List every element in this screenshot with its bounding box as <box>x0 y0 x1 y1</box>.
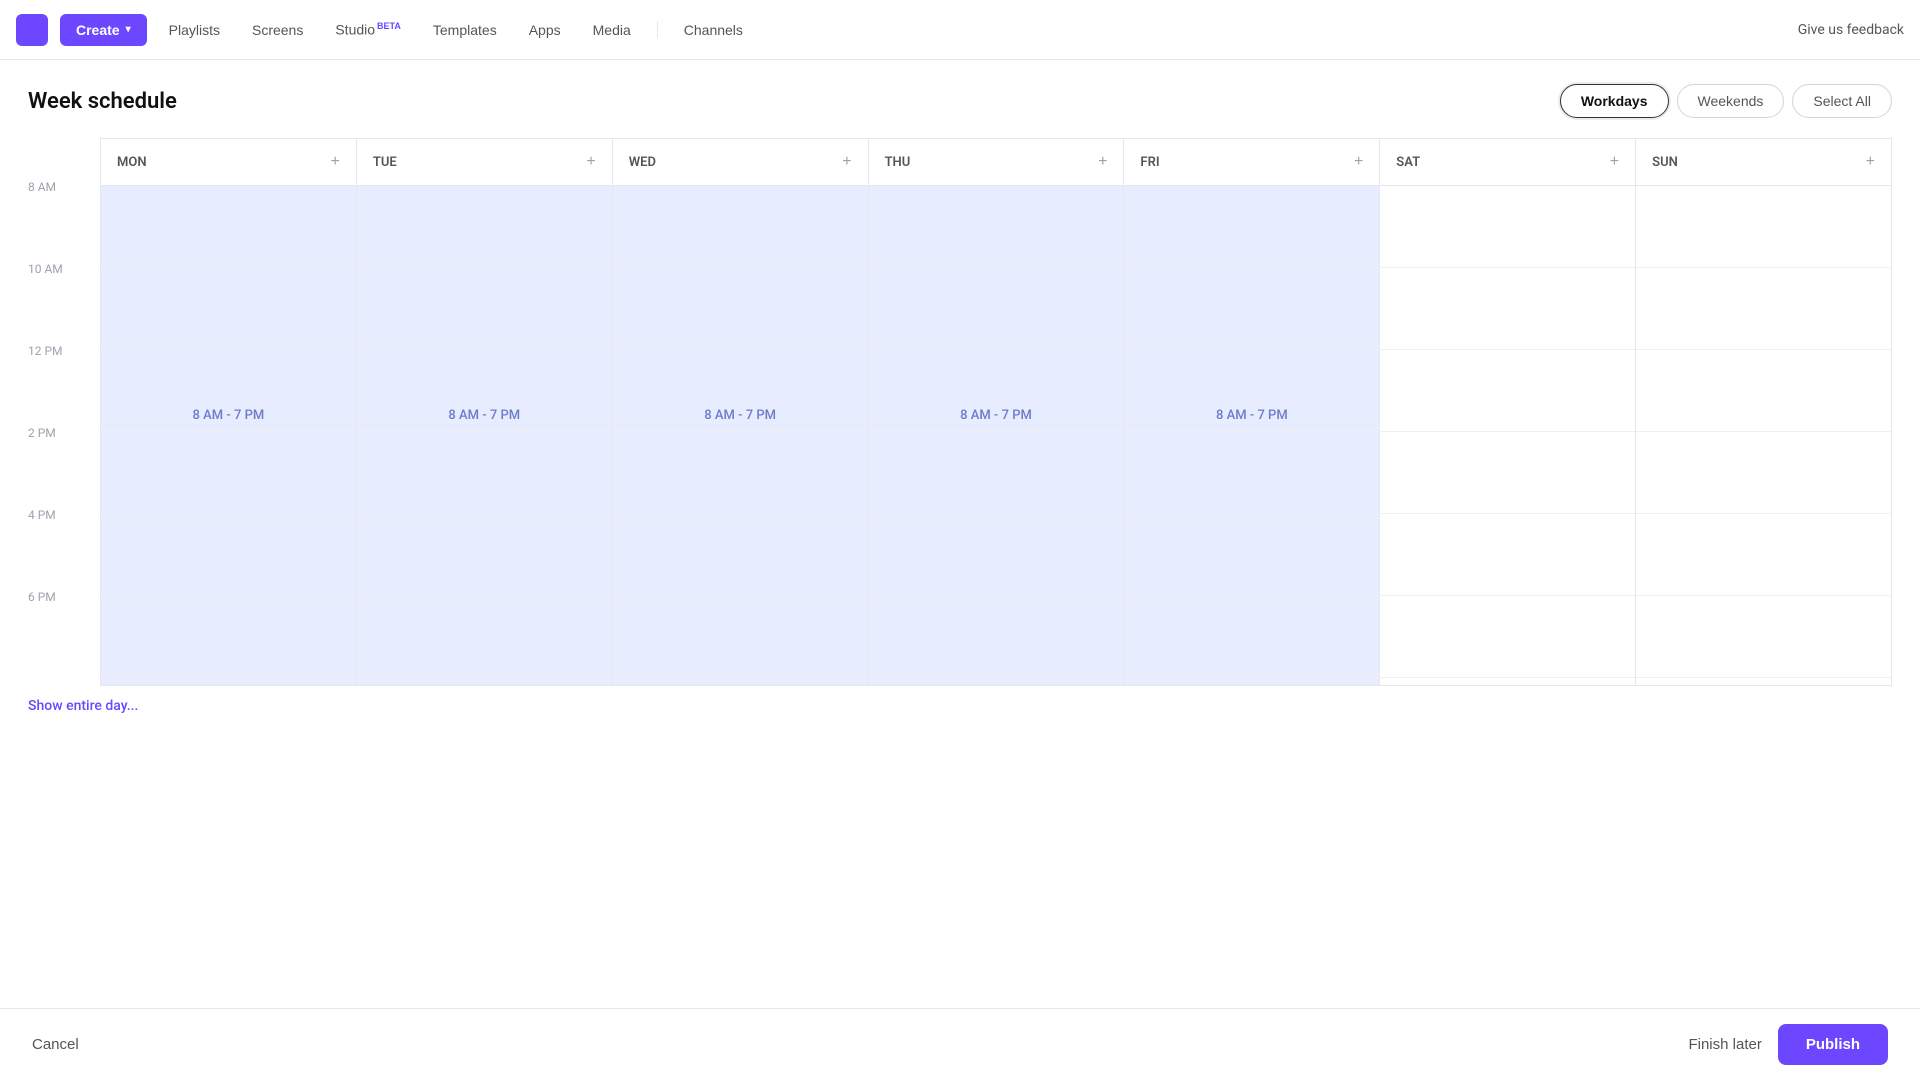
schedule-tue: 8 AM - 7 PM <box>357 186 612 645</box>
time-label-12pm: 12 PM <box>28 344 100 426</box>
weekends-button[interactable]: Weekends <box>1677 84 1785 118</box>
time-label-2pm: 2 PM <box>28 426 100 508</box>
ts-sun-6 <box>1636 596 1891 678</box>
create-label: Create <box>76 22 120 38</box>
add-tue-button[interactable]: + <box>586 153 595 171</box>
ts-sat-2 <box>1380 268 1635 350</box>
nav-playlists[interactable]: Playlists <box>155 13 234 46</box>
add-fri-button[interactable]: + <box>1354 153 1363 171</box>
day-header-sun: SUN + <box>1636 138 1892 186</box>
schedule-wed: 8 AM - 7 PM <box>613 186 868 645</box>
ts-sat-6 <box>1380 596 1635 678</box>
ts-sun-2 <box>1636 268 1891 350</box>
main-content: Week schedule Workdays Weekends Select A… <box>0 60 1920 1008</box>
select-all-button[interactable]: Select All <box>1792 84 1892 118</box>
day-header-sat: SAT + <box>1380 138 1636 186</box>
ts-sat-3 <box>1380 350 1635 432</box>
show-entire-day-link[interactable]: Show entire day... <box>28 698 1892 714</box>
ts-sat-1 <box>1380 186 1635 268</box>
time-labels: 8 AM 10 AM 12 PM 2 PM 4 PM 6 PM <box>28 138 100 686</box>
bottom-right-actions: Finish later Publish <box>1688 1024 1888 1065</box>
nav-links: Playlists Screens StudioBETA Templates A… <box>155 13 1798 46</box>
nav-media[interactable]: Media <box>579 13 645 46</box>
day-column-fri[interactable]: 8 AM - 7 PM <box>1124 186 1380 686</box>
ts-sun-4 <box>1636 432 1891 514</box>
day-column-mon[interactable]: 8 AM - 7 PM <box>101 186 357 686</box>
day-column-thu[interactable]: 8 AM - 7 PM <box>869 186 1125 686</box>
add-sun-button[interactable]: + <box>1866 153 1875 171</box>
top-navigation: Create ▾ Playlists Screens StudioBETA Te… <box>0 0 1920 60</box>
workdays-button[interactable]: Workdays <box>1560 84 1669 118</box>
calendar-wrapper: 8 AM 10 AM 12 PM 2 PM 4 PM 6 PM MON + TU… <box>28 138 1892 686</box>
ts-sun-3 <box>1636 350 1891 432</box>
time-label-4pm: 4 PM <box>28 508 100 590</box>
nav-templates[interactable]: Templates <box>419 13 511 46</box>
add-sat-button[interactable]: + <box>1610 153 1619 171</box>
schedule-fri: 8 AM - 7 PM <box>1124 186 1379 645</box>
nav-divider <box>657 21 658 38</box>
day-header-thu: THU + <box>869 138 1125 186</box>
calendar-grid: MON + TUE + WED + THU + FRI + <box>100 138 1892 686</box>
cancel-button[interactable]: Cancel <box>32 1036 79 1053</box>
day-filter-buttons: Workdays Weekends Select All <box>1560 84 1892 118</box>
bottom-bar: Cancel Finish later Publish <box>0 1008 1920 1080</box>
publish-button[interactable]: Publish <box>1778 1024 1888 1065</box>
day-header-mon: MON + <box>101 138 357 186</box>
finish-later-button[interactable]: Finish later <box>1688 1036 1761 1053</box>
schedule-mon: 8 AM - 7 PM <box>101 186 356 645</box>
app-logo <box>16 14 48 46</box>
day-column-sun[interactable] <box>1636 186 1892 686</box>
ts-sat-4 <box>1380 432 1635 514</box>
day-header-fri: FRI + <box>1124 138 1380 186</box>
add-wed-button[interactable]: + <box>842 153 851 171</box>
schedule-thu: 8 AM - 7 PM <box>869 186 1124 645</box>
week-schedule-header: Week schedule Workdays Weekends Select A… <box>28 84 1892 118</box>
day-column-sat[interactable] <box>1380 186 1636 686</box>
nav-apps[interactable]: Apps <box>515 13 575 46</box>
time-label-10am: 10 AM <box>28 262 100 344</box>
time-label-8am: 8 AM <box>28 180 100 262</box>
add-thu-button[interactable]: + <box>1098 153 1107 171</box>
chevron-down-icon: ▾ <box>126 24 131 35</box>
day-header-wed: WED + <box>613 138 869 186</box>
create-button[interactable]: Create ▾ <box>60 14 147 46</box>
day-headers: MON + TUE + WED + THU + FRI + <box>100 138 1892 186</box>
nav-screens[interactable]: Screens <box>238 13 317 46</box>
day-column-wed[interactable]: 8 AM - 7 PM <box>613 186 869 686</box>
ts-sun-5 <box>1636 514 1891 596</box>
page-title: Week schedule <box>28 89 177 114</box>
give-feedback-link[interactable]: Give us feedback <box>1798 22 1904 38</box>
nav-channels[interactable]: Channels <box>670 13 757 46</box>
time-label-6pm: 6 PM <box>28 590 100 672</box>
calendar-body: 8 AM - 7 PM 8 AM - 7 PM <box>100 186 1892 686</box>
nav-studio[interactable]: StudioBETA <box>321 13 415 46</box>
ts-sun-1 <box>1636 186 1891 268</box>
ts-sat-5 <box>1380 514 1635 596</box>
day-header-tue: TUE + <box>357 138 613 186</box>
day-column-tue[interactable]: 8 AM - 7 PM <box>357 186 613 686</box>
add-mon-button[interactable]: + <box>331 153 340 171</box>
